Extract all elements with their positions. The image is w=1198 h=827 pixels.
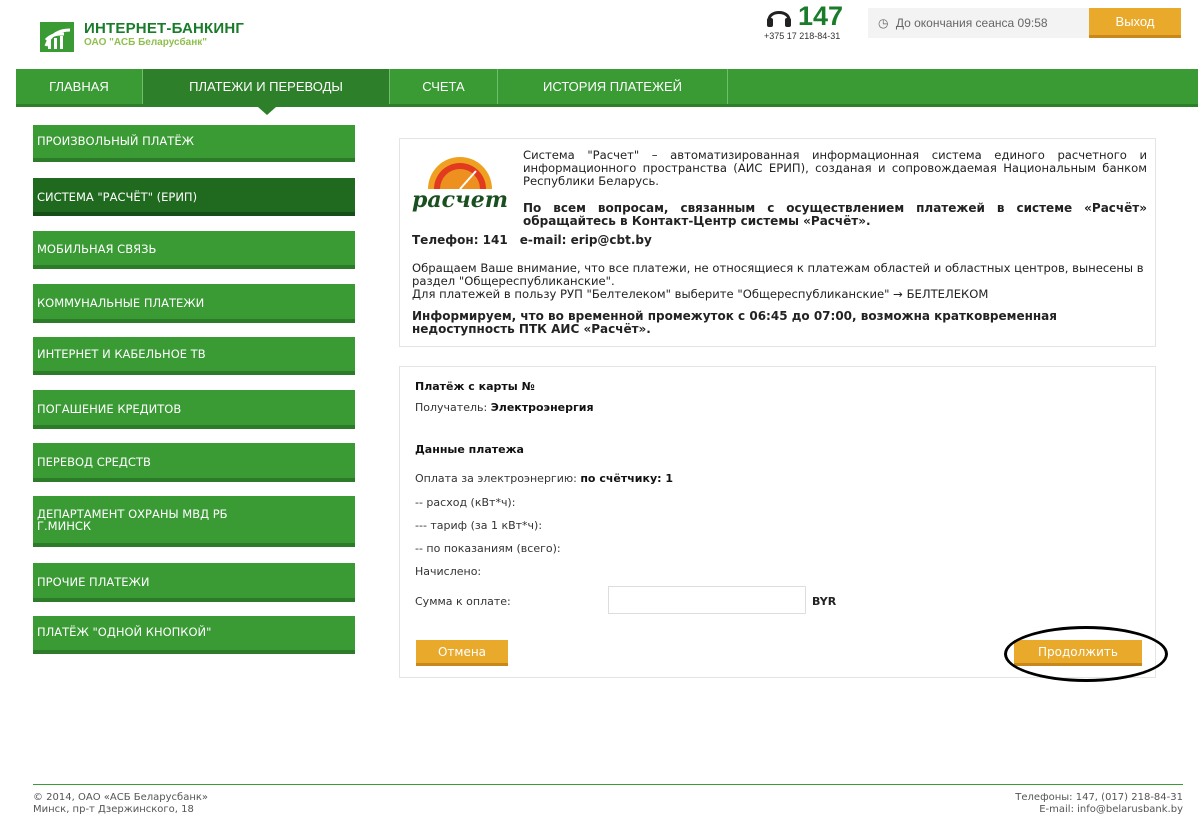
header: ИНТЕРНЕТ-БАНКИНГ ОАО "АСБ Беларусбанк" 1…: [0, 0, 1198, 64]
sidebar-item-utilities[interactable]: КОММУНАЛЬНЫЕ ПЛАТЕЖИ: [33, 284, 355, 323]
charged-row: Начислено:: [415, 565, 482, 578]
main-nav: ГЛАВНАЯ ПЛАТЕЖИ И ПЕРЕВОДЫ СЧЕТА ИСТОРИЯ…: [16, 69, 1198, 107]
continue-highlight-circle: [1004, 626, 1168, 682]
section-title: Данные платежа: [415, 443, 524, 456]
tab-payments[interactable]: ПЛАТЕЖИ И ПЕРЕВОДЫ: [143, 69, 390, 104]
currency-label: BYR: [812, 595, 837, 608]
sidebar-item-label: КОММУНАЛЬНЫЕ ПЛАТЕЖИ: [37, 296, 205, 310]
brand-subtitle: ОАО "АСБ Беларусбанк": [84, 37, 207, 48]
sidebar-item-other[interactable]: ПРОЧИЕ ПЛАТЕЖИ: [33, 563, 355, 602]
sidebar-item-arbitrary-payment[interactable]: ПРОИЗВОЛЬНЫЙ ПЛАТЁЖ: [33, 125, 355, 162]
sidebar-item-label-line2: Г.МИНСК: [37, 519, 92, 533]
tariff-row: --- тариф (за 1 кВт*ч):: [415, 519, 543, 532]
logout-button[interactable]: Выход: [1089, 8, 1181, 38]
sidebar-item-label: ИНТЕРНЕТ И КАБЕЛЬНОЕ ТВ: [37, 347, 206, 361]
clock-icon: ◷: [878, 16, 889, 30]
headset-icon: [767, 11, 791, 27]
sidebar-item-one-click[interactable]: ПЛАТЁЖ "ОДНОЙ КНОПКОЙ": [33, 616, 355, 654]
sidebar-item-erip[interactable]: СИСТЕМА "РАСЧЁТ" (ЕРИП): [33, 178, 355, 216]
payment-type-value: по счётчику: 1: [580, 472, 674, 485]
consumption-row: -- расход (кВт*ч):: [415, 496, 516, 509]
erip-info-panel: расчет Система "Расчет" – автоматизирова…: [399, 138, 1156, 347]
tab-main[interactable]: ГЛАВНАЯ: [16, 69, 143, 104]
footer-phones: Телефоны: 147, (017) 218-84-31: [1015, 792, 1183, 803]
payment-type-row: Оплата за электроэнергию: по счётчику: 1: [415, 472, 673, 485]
support-phone-short: 147: [798, 1, 844, 31]
recipient-row: Получатель: Электроэнергия: [415, 401, 594, 414]
erip-note-line2: Для платежей в пользу РУП "Белтелеком" в…: [412, 287, 989, 301]
sidebar-item-loans[interactable]: ПОГАШЕНИЕ КРЕДИТОВ: [33, 390, 355, 429]
erip-email: e-mail: erip@cbt.by: [519, 233, 652, 247]
brand-title: ИНТЕРНЕТ-БАНКИНГ: [84, 20, 245, 37]
erip-description: Система "Расчет" – автоматизированная ин…: [523, 148, 1147, 188]
sidebar-item-label: ПЕРЕВОД СРЕДСТВ: [37, 455, 151, 469]
amount-input[interactable]: [608, 586, 806, 614]
tab-accounts[interactable]: СЧЕТА: [390, 69, 498, 104]
active-tab-indicator: [258, 107, 276, 115]
session-timer: ◷ До окончания сеанса 09:58: [868, 8, 1089, 38]
tab-history[interactable]: ИСТОРИЯ ПЛАТЕЖЕЙ: [498, 69, 728, 104]
amount-label: Сумма к оплате:: [415, 595, 511, 608]
sidebar-item-transfer[interactable]: ПЕРЕВОД СРЕДСТВ: [33, 443, 355, 482]
footer-copyright: © 2014, ОАО «АСБ Беларусбанк»: [33, 792, 209, 803]
sidebar-item-internet-tv[interactable]: ИНТЕРНЕТ И КАБЕЛЬНОЕ ТВ: [33, 337, 355, 375]
sidebar-item-security-dept[interactable]: ДЕПАРТАМЕНТ ОХРАНЫ МВД РБ Г.МИНСК: [33, 496, 355, 547]
cancel-button[interactable]: Отмена: [416, 640, 508, 666]
sidebar-item-label: СИСТЕМА "РАСЧЁТ" (ЕРИП): [37, 190, 198, 204]
footer-right: Телефоны: 147, (017) 218-84-31 E-mail: i…: [1015, 792, 1183, 816]
footer-left: © 2014, ОАО «АСБ Беларусбанк» Минск, пр-…: [33, 792, 208, 816]
sidebar-item-label: МОБИЛЬНАЯ СВЯЗЬ: [37, 242, 157, 256]
total-row: -- по показаниям (всего):: [415, 542, 561, 555]
raschet-logo: расчет: [412, 157, 508, 213]
erip-note-line1: Обращаем Ваше внимание, что все платежи,…: [412, 261, 1144, 288]
footer-address: Минск, пр-т Дзержинского, 18: [33, 804, 194, 815]
sidebar-item-label: ПЛАТЁЖ "ОДНОЙ КНОПКОЙ": [37, 625, 212, 639]
payment-type-label: Оплата за электроэнергию:: [415, 472, 577, 485]
erip-phone: Телефон: 141: [412, 233, 508, 247]
recipient-value: Электроэнергия: [490, 401, 594, 414]
footer-divider: [33, 784, 1183, 785]
recipient-label: Получатель:: [415, 401, 488, 414]
sidebar-item-label: ПОГАШЕНИЕ КРЕДИТОВ: [37, 402, 182, 416]
bank-logo[interactable]: [40, 22, 74, 52]
sidebar-item-mobile[interactable]: МОБИЛЬНАЯ СВЯЗЬ: [33, 231, 355, 269]
sidebar-item-label: ПРОЧИЕ ПЛАТЕЖИ: [37, 575, 150, 589]
footer-email[interactable]: E-mail: info@belarusbank.by: [1015, 804, 1183, 816]
erip-contacts: Телефон: 141 e-mail: erip@cbt.by: [412, 233, 652, 247]
erip-contact-notice: По всем вопросам, связанным с осуществле…: [523, 201, 1147, 228]
card-label: Платёж с карты №: [415, 380, 535, 393]
support-phone-full: +375 17 218-84-31: [764, 31, 841, 41]
erip-note: Обращаем Ваше внимание, что все платежи,…: [412, 262, 1152, 301]
raschet-logo-text: расчет: [412, 187, 508, 213]
erip-maintenance-notice: Информируем, что во временной промежуток…: [412, 309, 1057, 336]
sidebar-item-label: ПРОИЗВОЛЬНЫЙ ПЛАТЁЖ: [37, 134, 194, 148]
session-text: До окончания сеанса 09:58: [895, 16, 1048, 30]
